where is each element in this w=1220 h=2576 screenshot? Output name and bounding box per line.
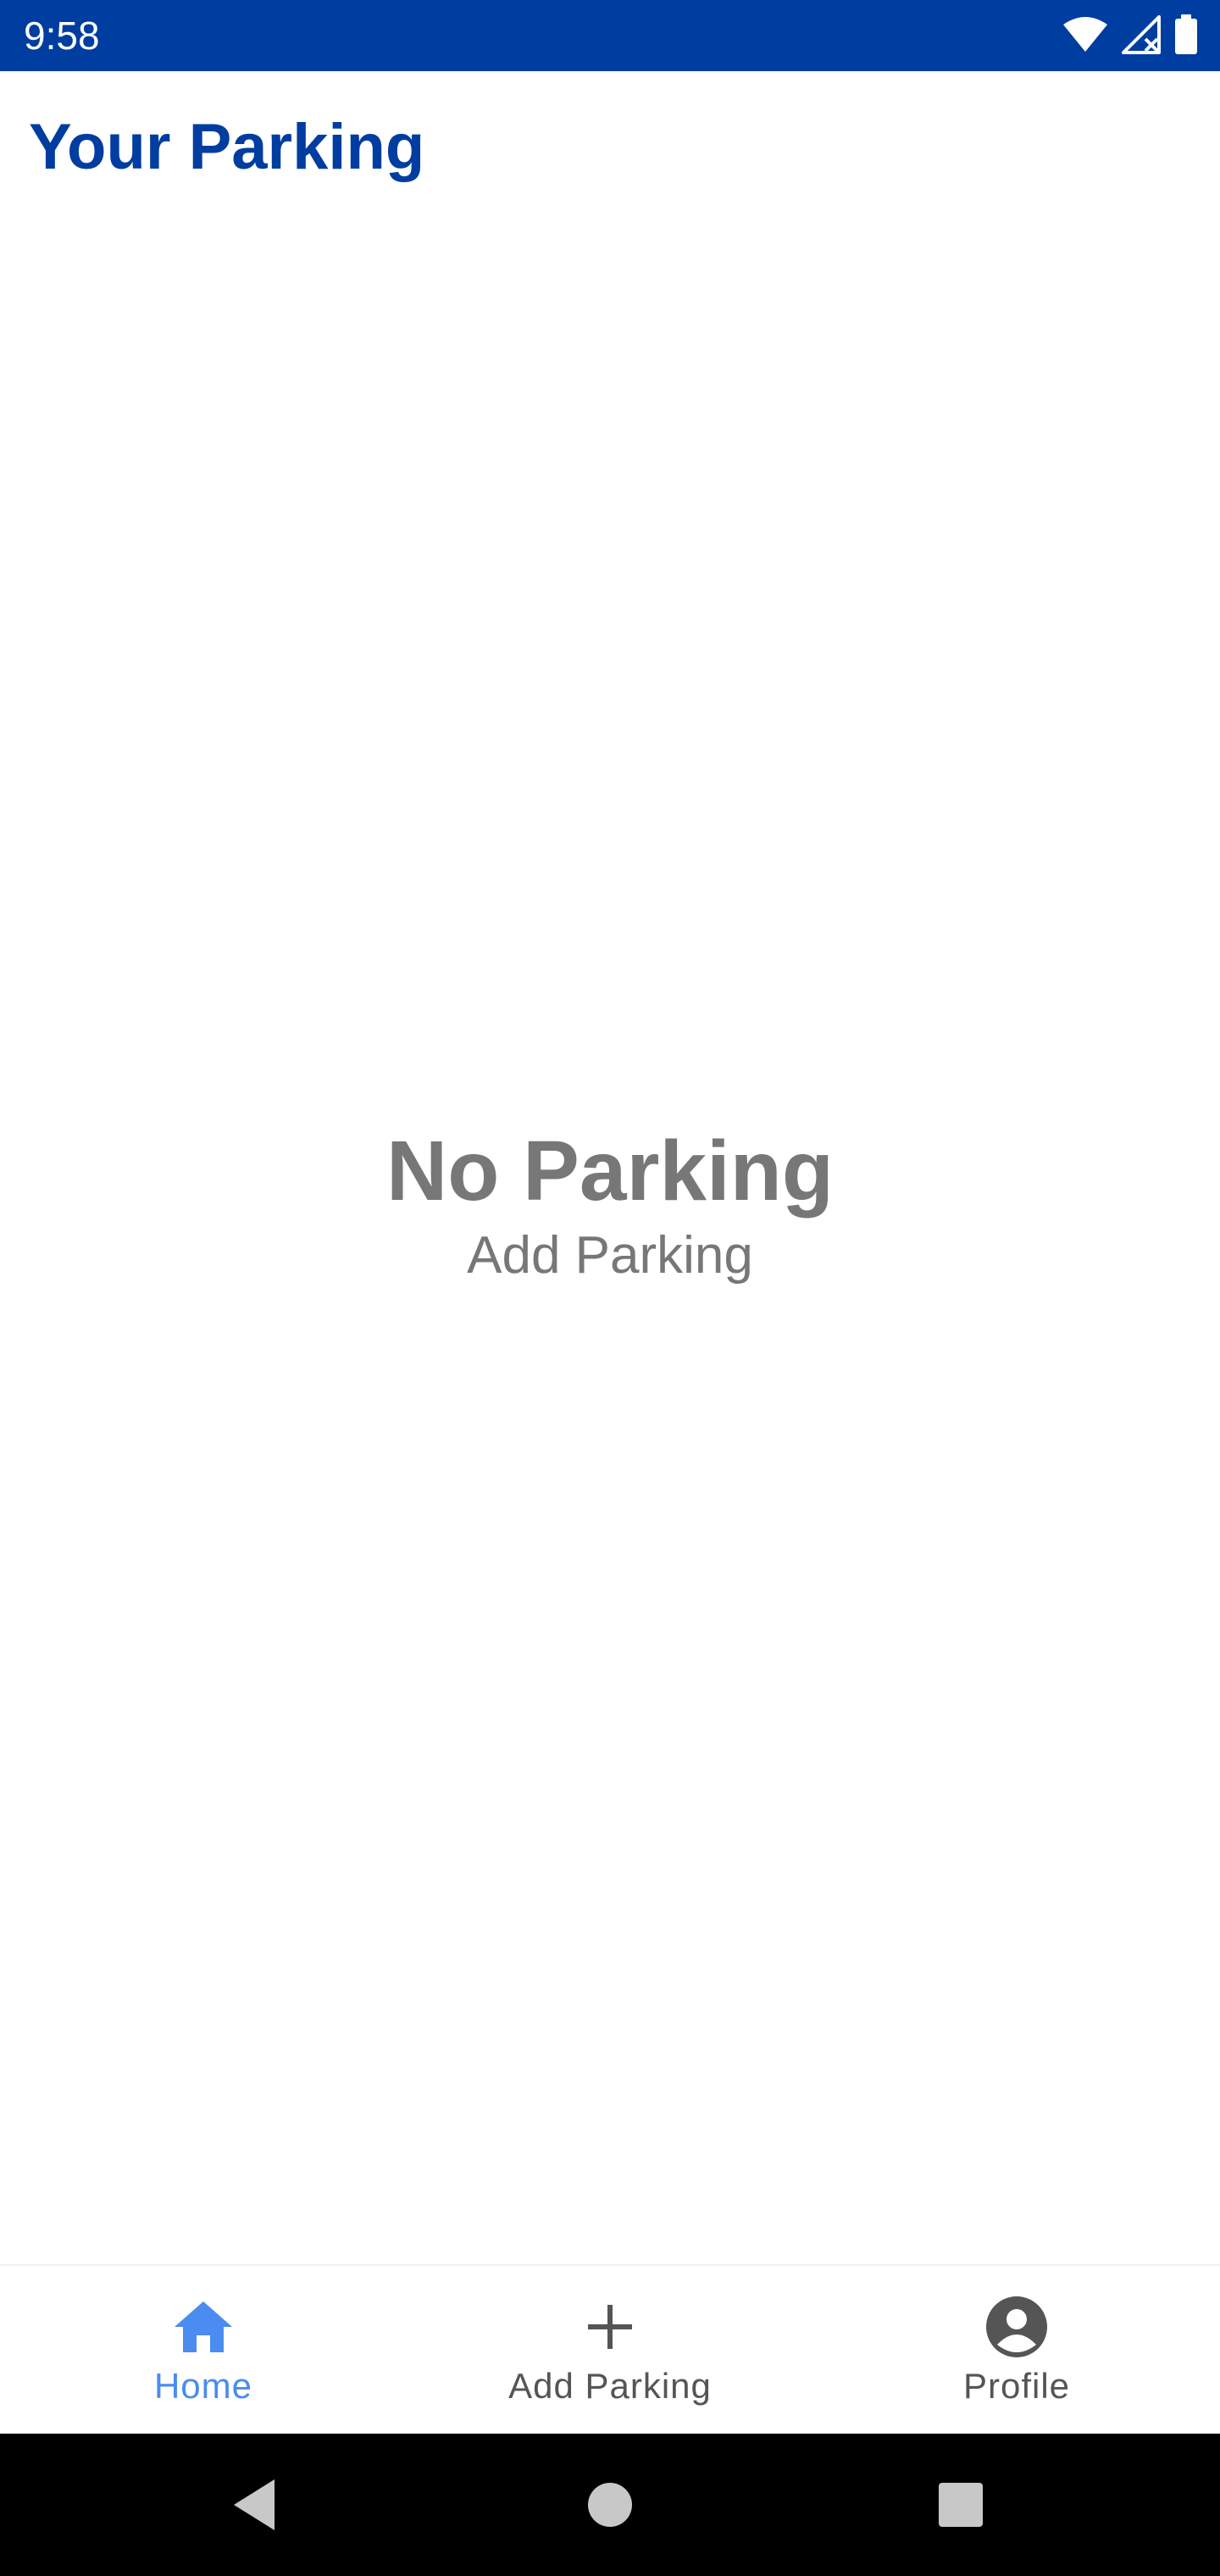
nav-label-add-parking: Add Parking [508,2366,712,2406]
wifi-icon [1062,16,1108,58]
recents-icon[interactable] [925,2469,996,2540]
nav-item-profile[interactable]: Profile [813,2266,1220,2434]
empty-state-title: No Parking [386,1124,834,1219]
home-circle-icon[interactable] [574,2469,646,2540]
plus-icon [578,2295,642,2359]
battery-icon [1174,14,1198,59]
home-icon [171,2295,236,2359]
nav-label-home: Home [153,2366,253,2406]
status-bar: 9:58 [0,0,1220,71]
system-navigation-bar [0,2434,1220,2576]
status-time: 9:58 [24,14,100,58]
account-circle-icon [984,2295,1049,2359]
nav-label-profile: Profile [962,2366,1071,2406]
signal-icon [1120,14,1162,58]
nav-item-add-parking[interactable]: Add Parking [407,2266,813,2434]
add-parking-link[interactable]: Add Parking [467,1224,753,1288]
nav-item-home[interactable]: Home [0,2266,407,2434]
back-icon[interactable] [219,2469,290,2540]
page-title: Your Parking [29,111,425,183]
bottom-navigation: Home Add Parking Profile [0,2264,1220,2434]
empty-state: No Parking Add Parking [0,1119,1220,1288]
status-icons [1062,14,1198,59]
